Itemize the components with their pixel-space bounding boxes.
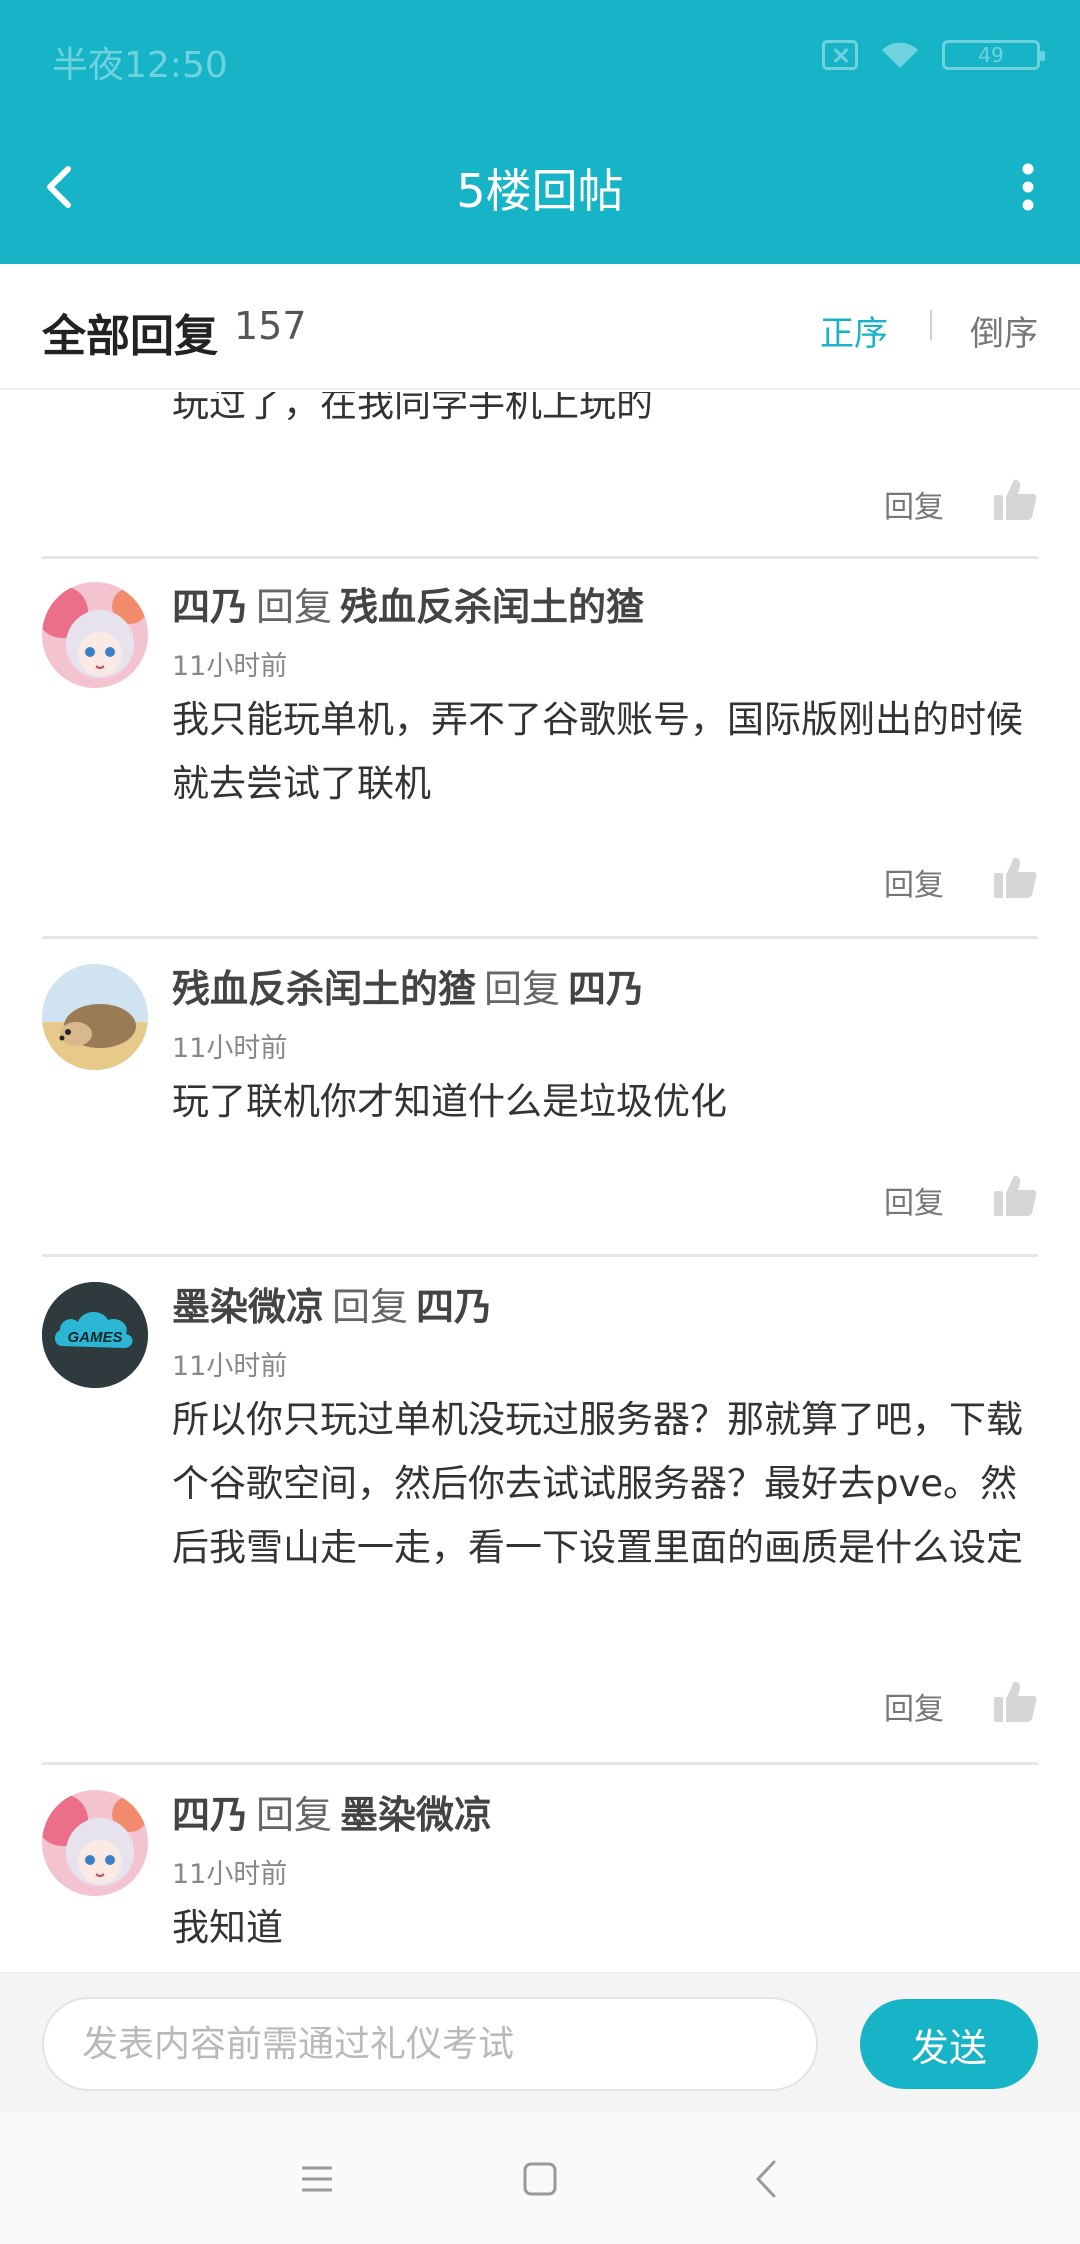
thumbs-up-icon[interactable] [992, 476, 1038, 522]
menu-icon[interactable] [290, 2152, 344, 2206]
hedgehog-avatar-icon [42, 964, 148, 1070]
comment-time: 11小时前 [172, 1351, 288, 1382]
avatar[interactable]: GAMES [42, 1282, 148, 1388]
reply-word: 回复 [484, 967, 561, 1011]
sim-off-icon [822, 40, 858, 70]
comment-divider [42, 1762, 1038, 1765]
comment-divider [42, 936, 1038, 939]
comment-divider [42, 556, 1038, 559]
thumbs-up-icon[interactable] [992, 1172, 1038, 1218]
username[interactable]: 四乃 [172, 1793, 248, 1837]
wifi-icon [882, 42, 918, 68]
send-button[interactable]: 发送 [860, 1999, 1038, 2089]
svg-text:GAMES: GAMES [67, 1329, 122, 1346]
anime-girl-avatar-icon [42, 1790, 148, 1896]
reply-target-username[interactable]: 残血反杀闰土的猹 [340, 585, 644, 629]
status-time: 半夜12:50 [52, 45, 228, 86]
username[interactable]: 四乃 [172, 585, 248, 629]
status-icons: 49 [822, 40, 1045, 70]
comment-divider [42, 1254, 1038, 1257]
status-bar: 半夜12:50 49 [0, 0, 1080, 120]
avatar[interactable] [42, 964, 148, 1070]
reply-target-username[interactable]: 墨染微凉 [340, 1793, 492, 1837]
reply-target-username[interactable]: 四乃 [416, 1285, 492, 1329]
reply-button[interactable]: 回复 [884, 1178, 944, 1222]
avatar[interactable] [42, 582, 148, 688]
comment-list[interactable]: 玩过了，在我同学手机上玩的 回复 四乃 回复 残血反杀闰土的猹 11小时前 我只… [0, 392, 1080, 1972]
comment-text: 我只能玩单机，弄不了谷歌账号，国际版刚出的时候就去尝试了联机 [172, 698, 1023, 805]
comment-header: 四乃 回复 残血反杀闰土的猹 [172, 576, 644, 631]
comment-text: 玩过了，在我同学手机上玩的 [172, 392, 653, 425]
reply-target-username[interactable]: 四乃 [568, 967, 644, 1011]
sort-divider [930, 310, 932, 340]
comment-text: 我知道 [172, 1906, 283, 1949]
replies-title: 全部回复 [42, 311, 218, 362]
reply-word: 回复 [256, 1793, 333, 1837]
replies-count: 157 [234, 304, 307, 348]
comment-time: 11小时前 [172, 1859, 288, 1890]
comment-text: 所以你只玩过单机没玩过服务器？那就算了吧，下载个谷歌空间，然后你去试试服务器？最… [172, 1398, 1023, 1569]
comment-header: 四乃 回复 墨染微凉 [172, 1784, 492, 1839]
games-cloud-avatar-icon: GAMES [42, 1282, 148, 1388]
system-nav-bar [0, 2112, 1080, 2244]
reply-word: 回复 [256, 585, 333, 629]
thumbs-up-icon[interactable] [992, 1678, 1038, 1724]
username[interactable]: 残血反杀闰土的猹 [172, 967, 476, 1011]
anime-girl-avatar-icon [42, 582, 148, 688]
reply-word: 回复 [332, 1285, 409, 1329]
comment-header: 墨染微凉 回复 四乃 [172, 1276, 492, 1331]
username[interactable]: 墨染微凉 [172, 1285, 324, 1329]
sort-ascending-tab[interactable]: 正序 [820, 306, 888, 355]
reply-button[interactable]: 回复 [884, 482, 944, 526]
comment-header: 残血反杀闰土的猹 回复 四乃 [172, 958, 644, 1013]
page-title: 5楼回帖 [456, 164, 624, 218]
sort-descending-tab[interactable]: 倒序 [970, 306, 1038, 355]
system-back-icon[interactable] [740, 2152, 794, 2206]
avatar[interactable] [42, 1790, 148, 1896]
reply-button[interactable]: 回复 [884, 1684, 944, 1728]
composer-bar: 发送 [0, 1972, 1080, 2112]
comment-input[interactable] [42, 1997, 818, 2091]
battery-icon: 49 [942, 40, 1045, 70]
home-icon[interactable] [513, 2152, 567, 2206]
comment-time: 11小时前 [172, 651, 288, 682]
comment-text: 玩了联机你才知道什么是垃圾优化 [172, 1080, 727, 1123]
top-app-bar: 半夜12:50 49 5楼回帖 [0, 0, 1080, 264]
replies-header: 全部回复 157 正序 倒序 [0, 264, 1080, 390]
thumbs-up-icon[interactable] [992, 854, 1038, 900]
comment-time: 11小时前 [172, 1033, 288, 1064]
reply-button[interactable]: 回复 [884, 860, 944, 904]
more-options-icon[interactable] [1004, 155, 1052, 219]
